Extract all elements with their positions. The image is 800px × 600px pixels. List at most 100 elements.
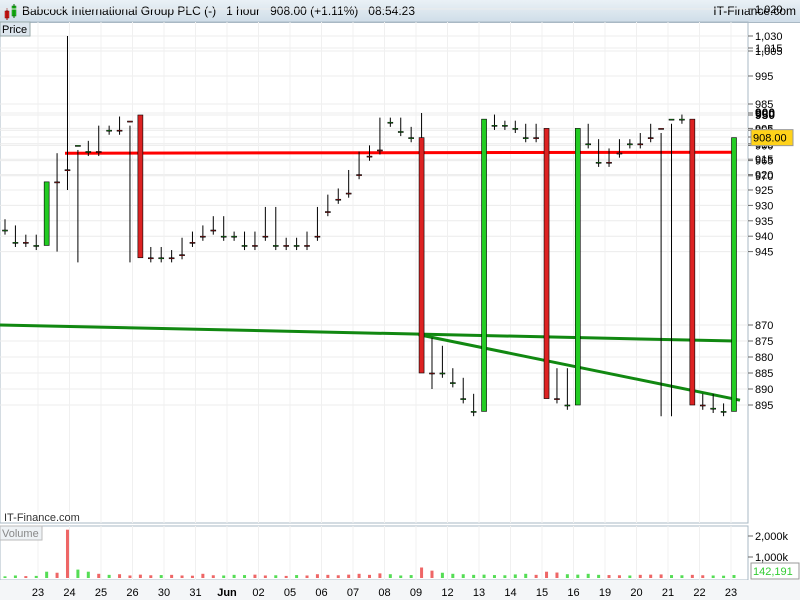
x-tick-label: 16 (567, 587, 579, 599)
x-tick-label: 21 (662, 587, 674, 599)
candle-body (137, 114, 144, 259)
candle-body (95, 151, 102, 153)
volume-bar (690, 574, 694, 578)
candle-body (616, 152, 623, 155)
volume-bar (492, 575, 496, 578)
volume-panel-label: Volume (2, 528, 39, 540)
y-tick-label: 870 (755, 320, 773, 332)
volume-bar (451, 573, 455, 578)
volume-bar (368, 574, 371, 578)
volume-bar (524, 573, 528, 578)
volume-bar (638, 574, 642, 578)
volume-panel-frame (0, 525, 749, 581)
candle-body (158, 257, 165, 260)
volume-bar (701, 575, 705, 578)
x-tick-label: 30 (158, 587, 170, 599)
candle-body (241, 245, 248, 247)
volume-bar (24, 576, 28, 578)
x-tick-label: 13 (473, 587, 485, 599)
volume-bar (211, 575, 215, 578)
price-chart[interactable]: 1,0301,0201,0151,00599598597597096596095… (0, 0, 800, 600)
candle-body (637, 143, 644, 146)
volume-bar (263, 575, 267, 578)
volume-bar (128, 575, 132, 578)
candle-body (491, 125, 498, 127)
volume-bar (617, 575, 621, 578)
volume-bar (534, 574, 538, 578)
y-tick-label: 915 (755, 154, 773, 166)
y-tick-label: 930 (755, 200, 773, 212)
volume-bar (34, 575, 38, 578)
volume-bar (420, 567, 424, 578)
volume-bar (430, 570, 434, 578)
volume-bar (597, 574, 601, 578)
candle-body (148, 257, 154, 260)
x-tick-label: 31 (189, 587, 201, 599)
volume-bar (732, 575, 736, 578)
candle-body (710, 407, 716, 410)
x-tick-label: 12 (441, 587, 453, 599)
volume-bar (180, 575, 184, 578)
candle-body (533, 137, 539, 139)
candle-body (377, 149, 383, 152)
candle-body (554, 398, 560, 400)
candle-body (200, 235, 206, 238)
y-tick-label: 940 (755, 231, 773, 243)
candle-body (335, 198, 342, 201)
volume-bar (149, 575, 153, 578)
volume-bar (388, 574, 392, 578)
candle-body (210, 229, 217, 232)
volume-bar (107, 574, 111, 578)
candle-body (502, 125, 508, 127)
volume-bar (201, 573, 205, 578)
volume-bar (13, 575, 17, 578)
x-axis-bg (0, 580, 800, 600)
candle-body (54, 181, 60, 184)
candle-body (627, 143, 633, 146)
candle-body (325, 211, 331, 213)
watermark: IT-Finance.com (4, 512, 80, 524)
volume-bar (159, 575, 163, 578)
x-tick-label: 06 (315, 587, 327, 599)
y-tick-label: 890 (755, 384, 773, 396)
volume-bar (45, 571, 49, 578)
volume-bar (170, 574, 174, 578)
x-tick-label: 09 (410, 587, 422, 599)
candle-body (220, 235, 227, 238)
candle-body (23, 242, 29, 244)
volume-tick-label: 1,000k (755, 552, 789, 564)
x-tick-label: 24 (63, 587, 75, 599)
candle-body (731, 137, 737, 412)
y-tick-label: 875 (755, 336, 773, 348)
x-tick-label: 14 (504, 587, 516, 599)
candle-body (85, 151, 92, 153)
candle-body (127, 120, 133, 123)
volume-bar (576, 574, 580, 578)
y-tick-label: 900 (755, 106, 775, 120)
volume-bar (399, 575, 403, 578)
candle-body (314, 235, 321, 238)
candle-body (356, 174, 362, 176)
candle-body (189, 242, 196, 244)
volume-bar (243, 575, 247, 578)
y-tick-label: 885 (755, 368, 773, 380)
candle-body (429, 372, 435, 375)
candle-body (345, 192, 352, 195)
volume-bar (97, 573, 101, 578)
candle-body (75, 145, 81, 147)
volume-bar (670, 575, 674, 578)
volume-bar (628, 575, 632, 578)
y-tick-label: 920 (755, 170, 773, 182)
candle-body (512, 128, 519, 130)
candle-body (564, 404, 571, 407)
candle-body (585, 143, 592, 146)
volume-bar (722, 575, 726, 578)
x-tick-label: 20 (630, 587, 642, 599)
last-volume-value: 142,191 (753, 566, 793, 578)
candle-body (647, 137, 654, 139)
candle-body (33, 245, 40, 247)
candle-body (293, 245, 300, 247)
volume-bar (274, 575, 278, 578)
volume-bar (586, 573, 590, 578)
y-tick-label: 1,020 (755, 4, 783, 16)
